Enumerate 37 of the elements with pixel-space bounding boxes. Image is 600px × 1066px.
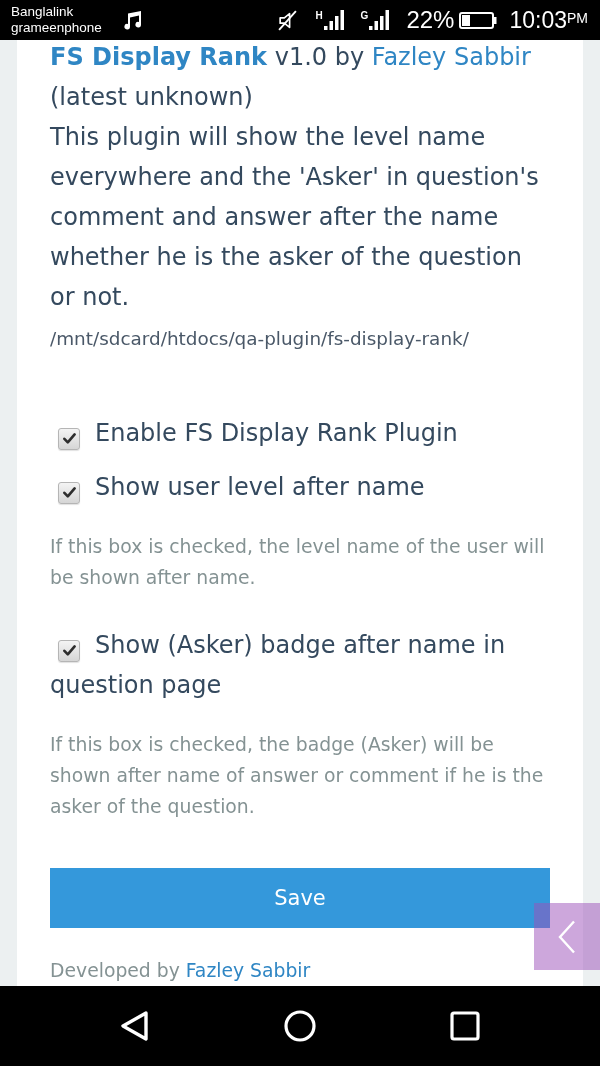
checkbox-option[interactable]: Show (Asker) badge after name in question page: [50, 625, 550, 705]
signal-icon: [369, 10, 390, 30]
plugin-title-link[interactable]: FS Display Rank: [50, 43, 268, 71]
clock-time: 10:03: [509, 7, 567, 33]
network-type-label: G: [360, 11, 369, 21]
checkbox[interactable]: [58, 481, 80, 504]
author-link[interactable]: Fazley Sabbir: [371, 43, 531, 71]
battery-icon: [459, 11, 498, 29]
developed-by-label: Developed by: [50, 960, 180, 981]
checkbox-option[interactable]: Enable FS Display Rank Plugin: [50, 413, 550, 453]
battery-percentage: 22%: [406, 7, 455, 33]
carrier-name: Banglalink: [11, 4, 75, 20]
muted-speaker-icon: [277, 9, 299, 31]
option-hint: If this box is checked, the level name of the user will be shown after name.: [50, 535, 546, 590]
music-note-icon: [121, 10, 142, 30]
checkbox-option[interactable]: Show user level after name: [50, 467, 550, 507]
option-hint: If this box is checked, the badge (Asker) will be shown after name of answer or comment if he is the asker of the question.: [50, 733, 545, 819]
save-button[interactable]: Save: [50, 868, 550, 928]
checkbox[interactable]: [58, 639, 80, 662]
plugin-description: This plugin will show the level name everywhere and the 'Asker' in question's comment and answer after the name whether he is the asker of the question or not.: [50, 122, 540, 313]
side-panel-tab[interactable]: [534, 903, 600, 970]
checkmark-icon: [62, 433, 76, 444]
network-type-label: H: [315, 11, 323, 21]
author-link[interactable]: Fazley Sabbir: [185, 960, 311, 981]
checkbox[interactable]: [58, 427, 80, 450]
plugin-path: /mnt/sdcard/htdocs/qa-plugin/fs-display-rank/: [50, 327, 470, 351]
checkmark-icon: [62, 645, 76, 656]
checkmark-icon: [62, 487, 76, 498]
carrier-name: grameenphone: [11, 20, 102, 36]
signal-icon: [323, 10, 344, 30]
home-icon[interactable]: [284, 1010, 316, 1042]
clock-meridiem: PM: [567, 9, 588, 27]
latest-version-label: (latest unknown): [50, 83, 253, 111]
chevron-left-icon: [558, 919, 576, 954]
version-label: v1.0 by: [274, 43, 365, 71]
back-icon[interactable]: [119, 1010, 151, 1042]
recent-apps-icon[interactable]: [449, 1010, 481, 1042]
